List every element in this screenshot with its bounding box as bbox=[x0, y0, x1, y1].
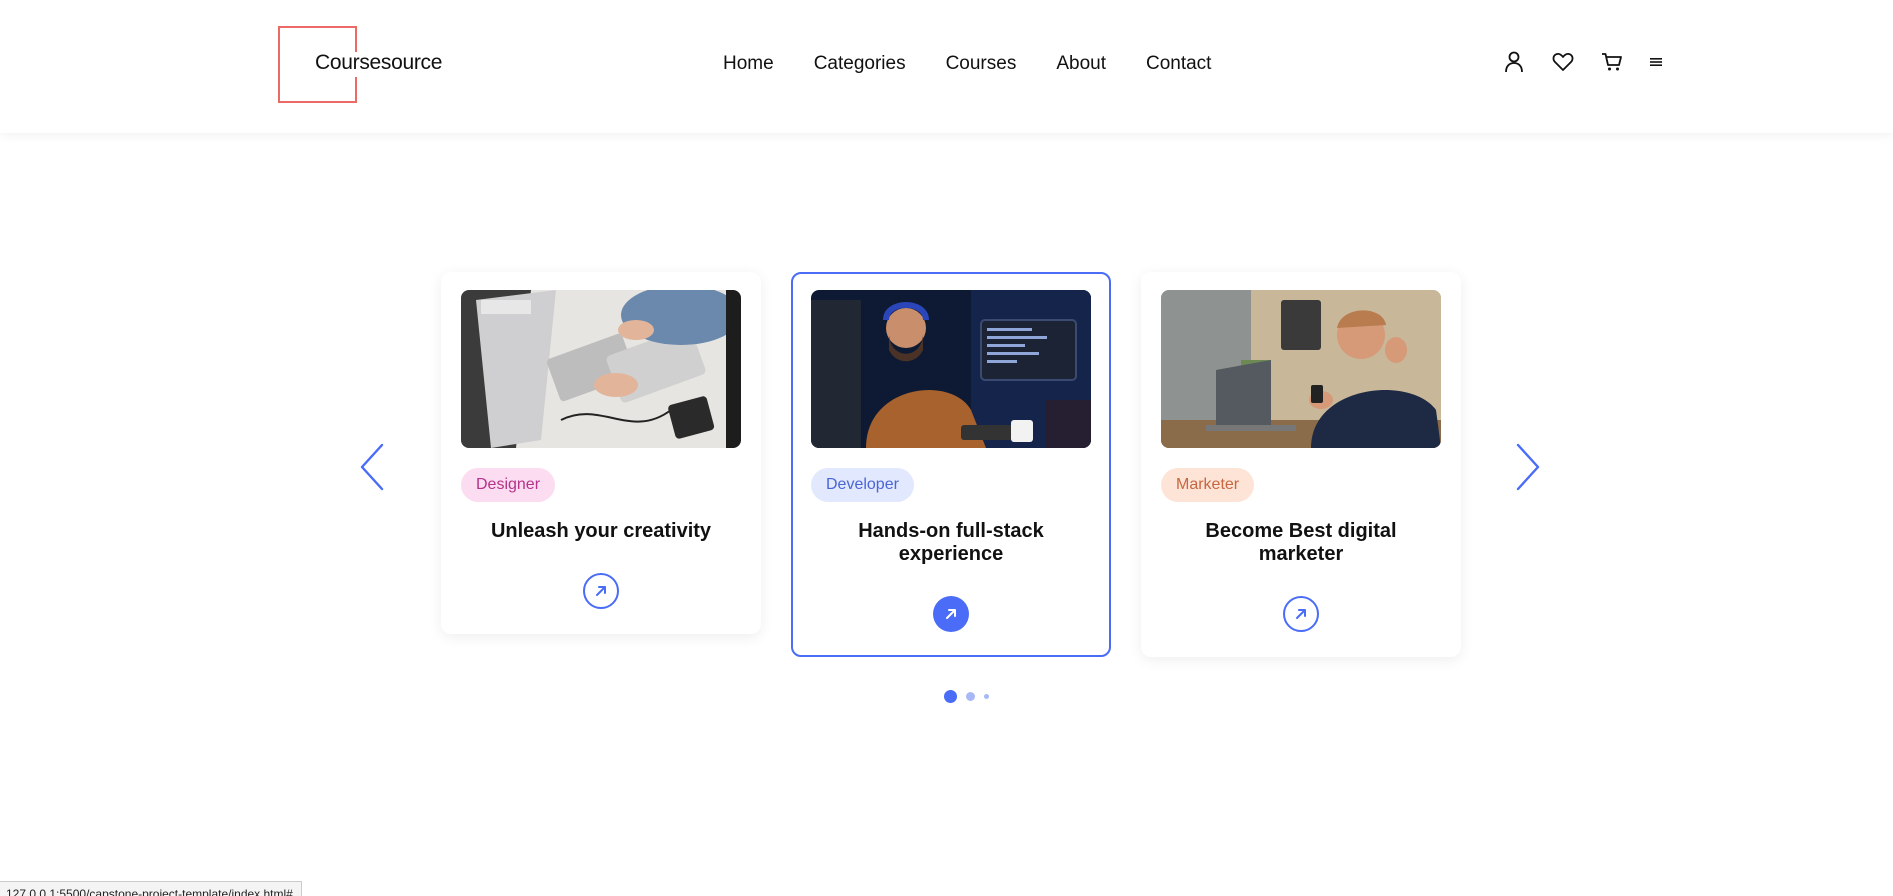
nav-courses[interactable]: Courses bbox=[946, 53, 1017, 75]
user-icon[interactable] bbox=[1502, 50, 1526, 74]
course-card[interactable]: Designer Unleash your creativity bbox=[441, 272, 761, 634]
course-card-active[interactable]: Developer Hands-on full-stack experience bbox=[791, 272, 1111, 657]
card-image-developer bbox=[811, 290, 1091, 448]
arrow-up-right-icon bbox=[946, 609, 956, 619]
arrow-up-right-icon bbox=[596, 586, 606, 596]
open-course-button[interactable] bbox=[933, 596, 969, 632]
browser-status-url: 127.0.0.1:5500/capstone-project-template… bbox=[0, 881, 302, 896]
card-image-designer bbox=[461, 290, 741, 448]
card-title: Become Best digital marketer bbox=[1205, 520, 1397, 565]
site-header: Coursesource Home Categories Courses Abo… bbox=[0, 0, 1893, 133]
logo-text: Coursesource bbox=[315, 51, 443, 74]
category-tag: Designer bbox=[461, 468, 556, 502]
card-title: Hands-on full-stack experience bbox=[858, 520, 1044, 565]
pagination-dot[interactable] bbox=[966, 692, 975, 701]
card-title: Unleash your creativity bbox=[490, 520, 712, 542]
nav-categories[interactable]: Categories bbox=[814, 53, 906, 75]
nav-home[interactable]: Home bbox=[723, 53, 774, 75]
nav-contact[interactable]: Contact bbox=[1146, 53, 1211, 75]
cart-icon[interactable] bbox=[1600, 50, 1624, 74]
slider-pagination bbox=[944, 690, 998, 703]
pagination-dot[interactable] bbox=[984, 694, 989, 699]
menu-icon[interactable] bbox=[1649, 50, 1663, 74]
main-nav: Home Categories Courses About Contact bbox=[723, 53, 1251, 75]
category-tag: Developer bbox=[811, 468, 914, 502]
open-course-button[interactable] bbox=[1283, 596, 1319, 632]
slider-next-arrow-icon[interactable] bbox=[1512, 443, 1542, 491]
card-image-marketer bbox=[1161, 290, 1441, 448]
course-card[interactable]: Marketer Become Best digital marketer bbox=[1141, 272, 1461, 657]
heart-icon[interactable] bbox=[1551, 50, 1575, 74]
slider-prev-arrow-icon[interactable] bbox=[358, 443, 388, 491]
nav-about[interactable]: About bbox=[1056, 53, 1106, 75]
header-actions bbox=[1502, 50, 1663, 74]
pagination-dot-active[interactable] bbox=[944, 690, 957, 703]
arrow-up-right-icon bbox=[1296, 609, 1306, 619]
open-course-button[interactable] bbox=[583, 573, 619, 609]
category-tag: Marketer bbox=[1161, 468, 1255, 502]
logo[interactable]: Coursesource bbox=[278, 26, 478, 103]
